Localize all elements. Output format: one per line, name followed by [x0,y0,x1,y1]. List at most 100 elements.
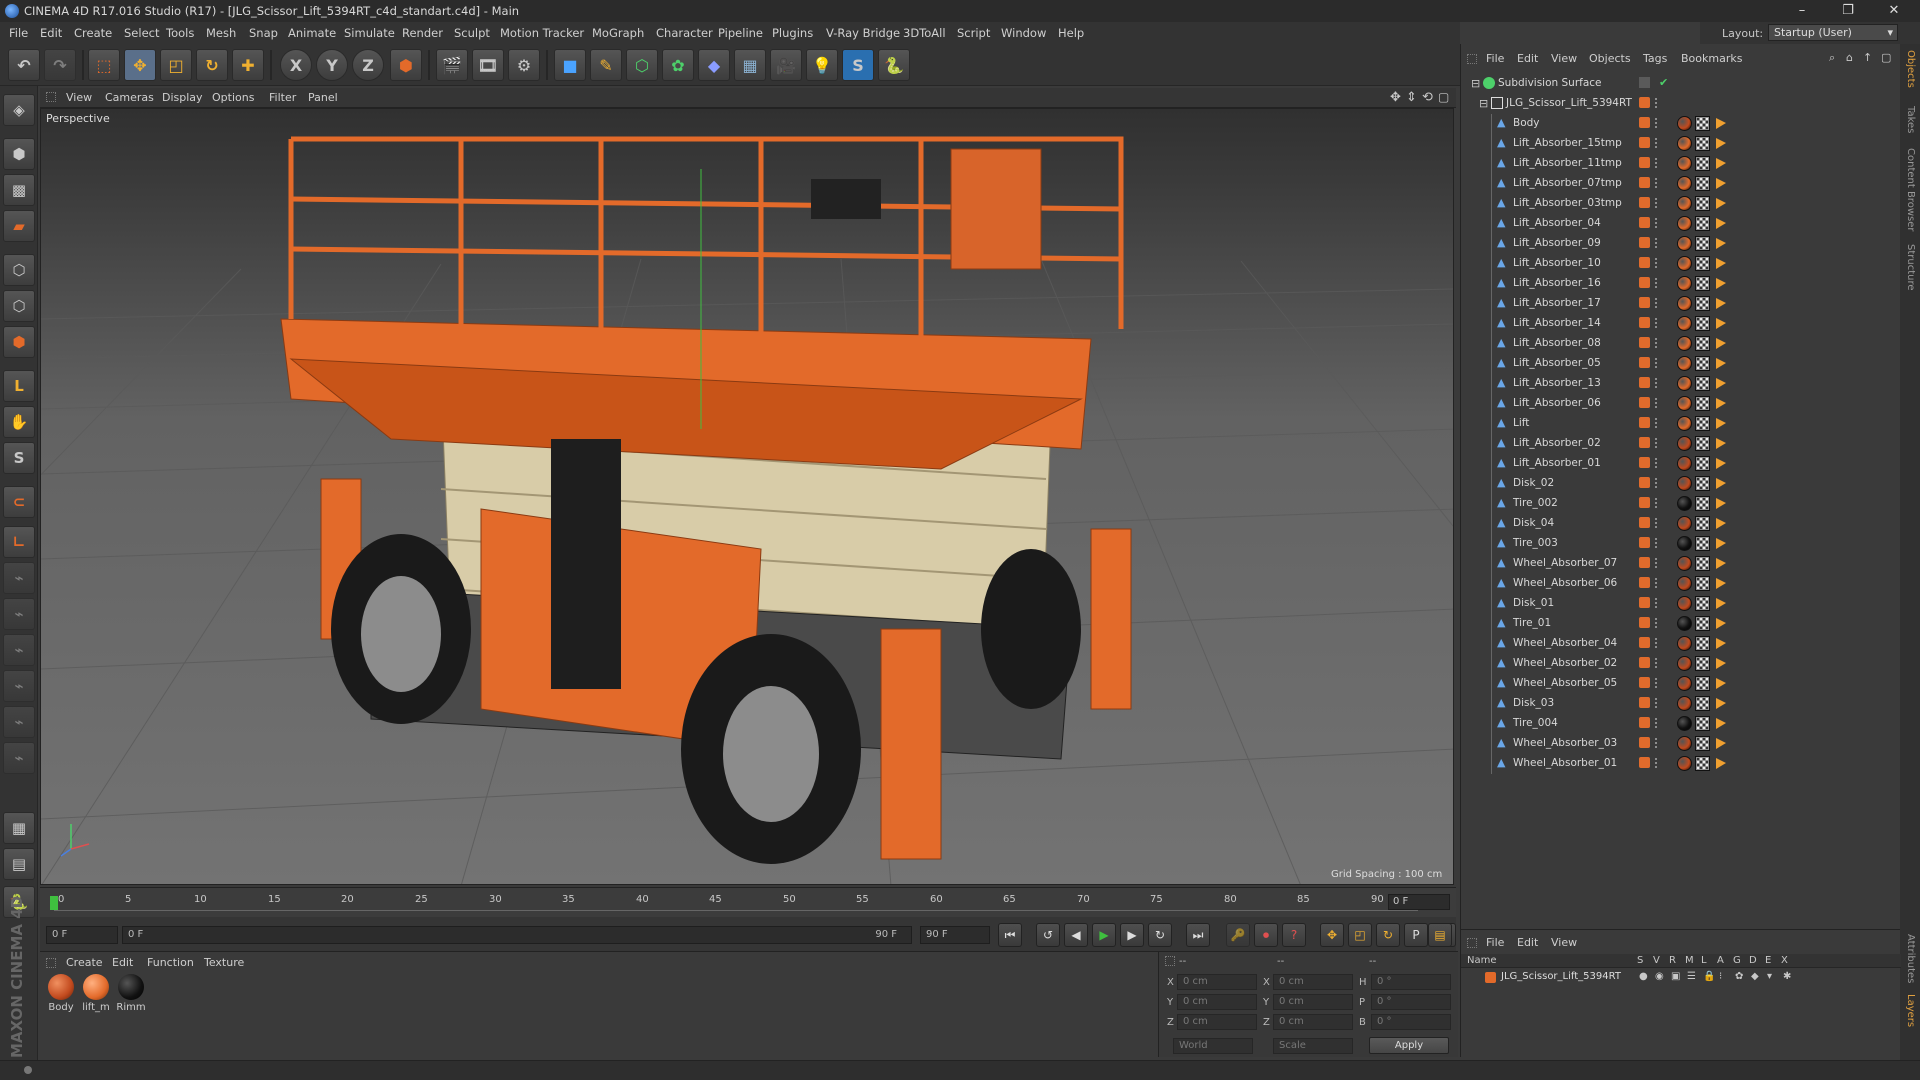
coordinate-mode-dropdown[interactable]: World [1173,1038,1253,1054]
object-row[interactable]: ▲ Lift_Absorber_07tmp [1461,174,1901,194]
material-tag-icon[interactable] [1677,436,1692,451]
selection-tag-icon[interactable] [1713,557,1727,570]
material-tag-icon[interactable] [1677,176,1692,191]
current-frame-field[interactable]: 0 F [1388,894,1450,910]
selection-tag-icon[interactable] [1713,337,1727,350]
add-light-button[interactable]: 💡 [806,49,838,81]
material-tag-icon[interactable] [1677,676,1692,691]
menu-mesh[interactable]: Mesh [206,26,236,40]
viewport-move-icon[interactable]: ✥ [1390,90,1401,105]
material-menu-texture[interactable]: Texture [204,956,244,969]
menu-render[interactable]: Render [402,26,443,40]
material-tag-icon[interactable] [1677,216,1692,231]
uvw-tag-icon[interactable] [1695,316,1710,331]
visibility-dots-icon[interactable] [1654,297,1658,309]
add-spline-button[interactable]: ✎ [590,49,622,81]
object-row[interactable]: ▲ Tire_003 [1461,534,1901,554]
layer-xref-icon[interactable]: ✱ [1783,971,1791,982]
menu-file[interactable]: File [9,26,28,40]
uvw-tag-icon[interactable] [1695,696,1710,711]
frame-range-slider[interactable]: 0 F 90 F [122,926,912,944]
end-frame-field[interactable]: 90 F [920,926,990,944]
uvw-tag-icon[interactable] [1695,616,1710,631]
z-axis-lock-button[interactable]: Z [352,49,384,81]
timeline-window-button[interactable]: ▤ [1428,923,1452,947]
keyframe-selection-button[interactable]: ? [1282,923,1306,947]
knife-tool-button[interactable]: ⌁ [3,562,35,594]
selection-tag-icon[interactable] [1713,697,1727,710]
side-tab-structure[interactable]: Structure [1905,244,1916,291]
menu-character[interactable]: Character [656,26,713,40]
visibility-dots-icon[interactable] [1654,697,1658,709]
scale-key-button[interactable]: ◰ [1348,923,1372,947]
uvw-tag-icon[interactable] [1695,296,1710,311]
uvw-tag-icon[interactable] [1695,396,1710,411]
snap-button[interactable]: S [3,442,35,474]
visibility-dots-icon[interactable] [1654,637,1658,649]
object-menu-file[interactable]: File [1486,52,1504,65]
size-mode-dropdown[interactable]: Scale [1273,1038,1353,1054]
uvw-tag-icon[interactable] [1695,456,1710,471]
material-swatch[interactable]: lift_m [79,974,113,1013]
size-y-field[interactable]: 0 cm [1273,994,1353,1010]
quantize-button[interactable]: ∟ [3,526,35,558]
viewport-menu-display[interactable]: Display [162,91,203,104]
selection-tag-icon[interactable] [1713,637,1727,650]
home-icon[interactable]: ⌂ [1846,51,1853,64]
object-row[interactable]: ▲ Lift [1461,414,1901,434]
position-z-field[interactable]: 0 cm [1177,1014,1257,1030]
render-view-button[interactable]: 🎬 [436,49,468,81]
layer-expression-icon[interactable]: ▾ [1767,971,1772,982]
object-row[interactable]: ▲ Wheel_Absorber_02 [1461,654,1901,674]
material-tag-icon[interactable] [1677,616,1692,631]
selection-tag-icon[interactable] [1713,357,1727,370]
size-x-field[interactable]: 0 cm [1273,974,1353,990]
points-mode-button[interactable]: ⬡ [3,254,35,286]
object-row[interactable]: ▲ Wheel_Absorber_06 [1461,574,1901,594]
selection-tag-icon[interactable] [1713,297,1727,310]
add-cube-button[interactable]: ■ [554,49,586,81]
layer-visible-icon[interactable]: ◉ [1655,971,1664,982]
up-arrow-icon[interactable]: ↑ [1863,51,1872,64]
selection-tag-icon[interactable] [1713,217,1727,230]
layer-generator-icon[interactable]: ✿ [1735,971,1743,982]
object-row[interactable]: ▲ Tire_002 [1461,494,1901,514]
viewport-menu-panel[interactable]: Panel [308,91,338,104]
go-to-end-button[interactable]: ⏭ [1186,923,1210,947]
menu-sculpt[interactable]: Sculpt [454,26,490,40]
menu-tools[interactable]: Tools [166,26,194,40]
selection-tag-icon[interactable] [1713,457,1727,470]
object-menu-edit[interactable]: Edit [1517,52,1538,65]
workplane-mode-button[interactable]: ▰ [3,210,35,242]
visibility-dots-icon[interactable] [1654,97,1658,109]
live-selection-button[interactable]: ⬚ [88,49,120,81]
menu-3dtoall[interactable]: 3DToAll [903,26,946,40]
layer-manager-icon[interactable]: ☰ [1687,971,1696,982]
layer-menu-edit[interactable]: Edit [1517,936,1538,949]
polygons-mode-button[interactable]: ⬢ [3,326,35,358]
selection-tag-icon[interactable] [1713,677,1727,690]
material-menu-edit[interactable]: Edit [112,956,133,969]
selection-tag-icon[interactable] [1713,537,1727,550]
record-keys-button[interactable]: 🔑 [1226,923,1250,947]
tweak-mode-button[interactable]: ✋ [3,406,35,438]
menu-vray-bridge[interactable]: V-Ray Bridge [826,26,900,40]
menu-help[interactable]: Help [1058,26,1084,40]
selection-tag-icon[interactable] [1713,397,1727,410]
selection-tag-icon[interactable] [1713,577,1727,590]
autokeying-button[interactable]: ⏺ [1254,923,1278,947]
material-tag-icon[interactable] [1677,396,1692,411]
visibility-dots-icon[interactable] [1654,577,1658,589]
rotation-h-field[interactable]: 0 ° [1371,974,1451,990]
uvw-tag-icon[interactable] [1695,676,1710,691]
material-menu-create[interactable]: Create [66,956,103,969]
object-row-root[interactable]: ⊟ Subdivision Surface ✔ [1461,74,1901,94]
uvw-tag-icon[interactable] [1695,236,1710,251]
object-row[interactable]: ▲ Lift_Absorber_05 [1461,354,1901,374]
scale-tool-button[interactable]: ◰ [160,49,192,81]
viewport-menu-view[interactable]: View [66,91,92,104]
uvw-tag-icon[interactable] [1695,476,1710,491]
material-tag-icon[interactable] [1677,256,1692,271]
collapse-icon[interactable]: ⊟ [1479,97,1488,110]
object-row[interactable]: ▲ Disk_04 [1461,514,1901,534]
